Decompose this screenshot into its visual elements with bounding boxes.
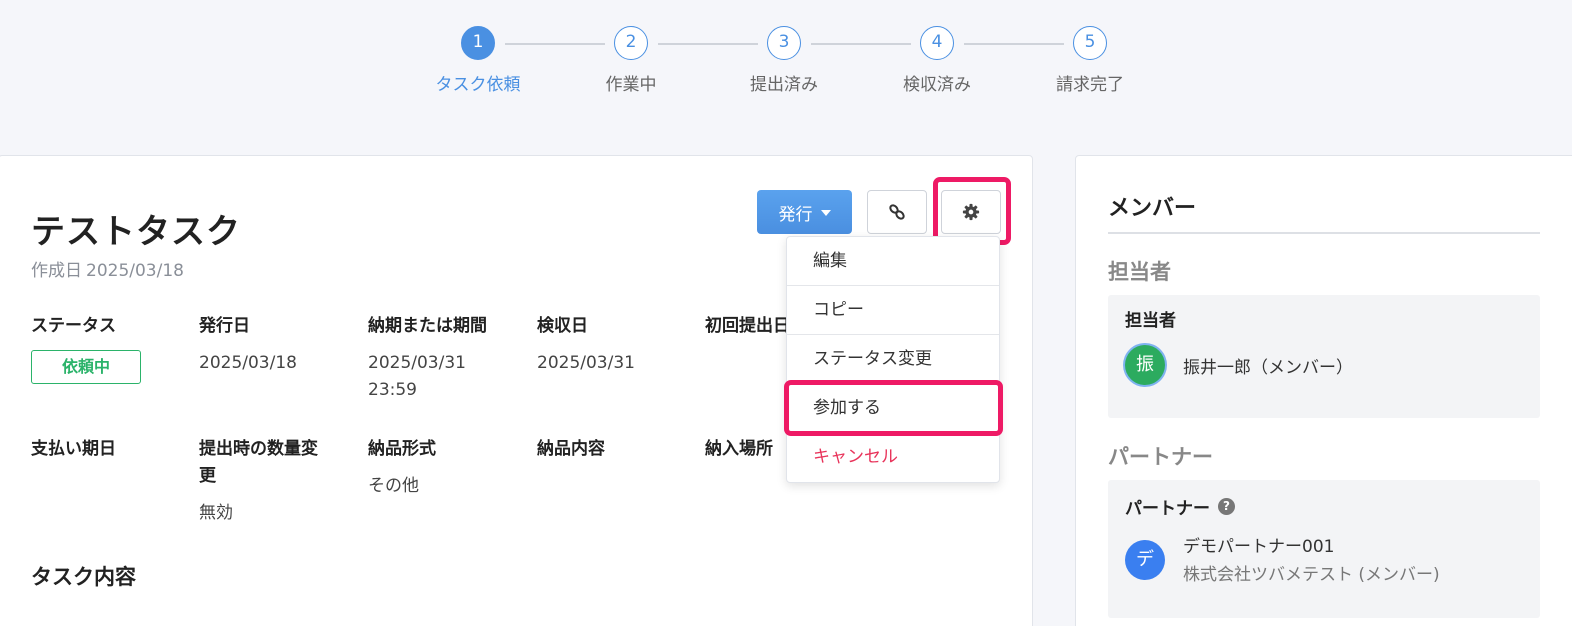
field-value: 2025/03/18 [199,353,297,373]
issue-button-label: 発行 [778,204,813,225]
field-payment-due: 支払い期日 [31,436,116,463]
partner-box: パートナー ? デ デモパートナー001 株式会社ツバメテスト (メンバー) [1108,480,1540,618]
field-value: 2025/03/31 [368,353,466,373]
step-number: 1 [461,26,495,60]
issue-button[interactable]: 発行 [757,190,852,234]
divider [1108,232,1540,234]
field-label: 納品内容 [537,439,605,459]
step-2: 2 作業中 [571,26,691,95]
members-title: メンバー [1108,196,1197,221]
partner-label: パートナー [1125,499,1210,519]
created-date: 作成日 2025/03/18 [31,256,188,281]
field-quantity-change: 提出時の数量変 更 無効 [199,436,318,527]
caret-down-icon [820,210,831,216]
field-value-time: 23:59 [368,380,417,400]
assignee-name[interactable]: 振井一郎（メンバー） [1183,353,1353,378]
assignee-box: 担当者 振 振井一郎（メンバー） [1108,295,1540,418]
partner-org: 株式会社ツバメテスト (メンバー) [1183,565,1440,585]
members-card: メンバー 担当者 担当者 振 振井一郎（メンバー） パートナー パートナー ? … [1075,155,1572,626]
step-3: 3 提出済み [724,26,844,95]
field-value: 無効 [199,503,233,523]
join-highlight [784,380,1003,436]
menu-item-cancel[interactable]: キャンセル [787,433,999,482]
field-first-submission: 初回提出日 [705,313,790,340]
partner-name[interactable]: デモパートナー001 [1183,532,1334,557]
field-delivery-content: 納品内容 [537,436,605,463]
assignee-section-title: 担当者 [1108,260,1171,284]
partner-section-title: パートナー [1108,445,1213,469]
progress-stepper: 1 タスク依頼 2 作業中 3 提出済み 4 検収済み 5 請求完了 [0,26,1572,96]
task-content-heading: タスク内容 [31,565,136,589]
assignee-label: 担当者 [1125,311,1176,331]
created-label: 作成日 [31,261,82,281]
partner-box-label: パートナー ? [1125,494,1235,519]
menu-item-change-status[interactable]: ステータス変更 [787,335,999,384]
step-number: 2 [614,26,648,60]
step-label: 請求完了 [1056,75,1124,95]
field-value: その他 [368,476,419,496]
avatar: 振 [1125,345,1165,385]
field-label: 納品形式 [368,439,436,459]
created-value: 2025/03/18 [86,261,184,281]
step-1: 1 タスク依頼 [418,26,538,95]
field-value: 2025/03/31 [537,353,635,373]
step-number: 5 [1073,26,1107,60]
step-label: タスク依頼 [435,75,521,95]
field-label: ステータス [31,316,116,336]
menu-item-edit[interactable]: 編集 [787,237,999,286]
step-number: 4 [920,26,954,60]
field-label: 支払い期日 [31,439,116,459]
field-label: 初回提出日 [705,316,790,336]
avatar: デ [1125,540,1165,580]
field-deadline: 納期または期間 2025/03/31 23:59 [368,313,487,404]
menu-item-copy[interactable]: コピー [787,286,999,335]
status-badge: 依頼中 [31,350,141,384]
field-delivery-location: 納入場所 [705,436,773,463]
field-label: 発行日 [199,316,250,336]
field-label: 納入場所 [705,439,773,459]
step-label: 検収済み [903,75,971,95]
field-delivery-format: 納品形式 その他 [368,436,436,500]
settings-highlight [933,177,1011,245]
link-icon [889,204,905,220]
step-label: 提出済み [750,75,818,95]
field-label-cont: 更 [199,466,216,486]
step-5: 5 請求完了 [1030,26,1150,95]
field-issue-date: 発行日 2025/03/18 [199,313,297,377]
step-4: 4 検収済み [877,26,997,95]
copy-link-button[interactable] [867,190,927,234]
step-number: 3 [767,26,801,60]
field-inspection-date: 検収日 2025/03/31 [537,313,635,377]
field-label: 検収日 [537,316,588,336]
step-label: 作業中 [605,75,657,95]
help-icon[interactable]: ? [1218,498,1235,515]
task-title: テストタスク [31,212,241,252]
field-label: 納期または期間 [368,316,487,336]
field-status: ステータス 依頼中 [31,313,141,384]
assignee-box-label: 担当者 [1125,306,1176,331]
field-label: 提出時の数量変 [199,439,318,459]
settings-dropdown-menu: 編集 コピー ステータス変更 参加する キャンセル [786,236,1000,483]
